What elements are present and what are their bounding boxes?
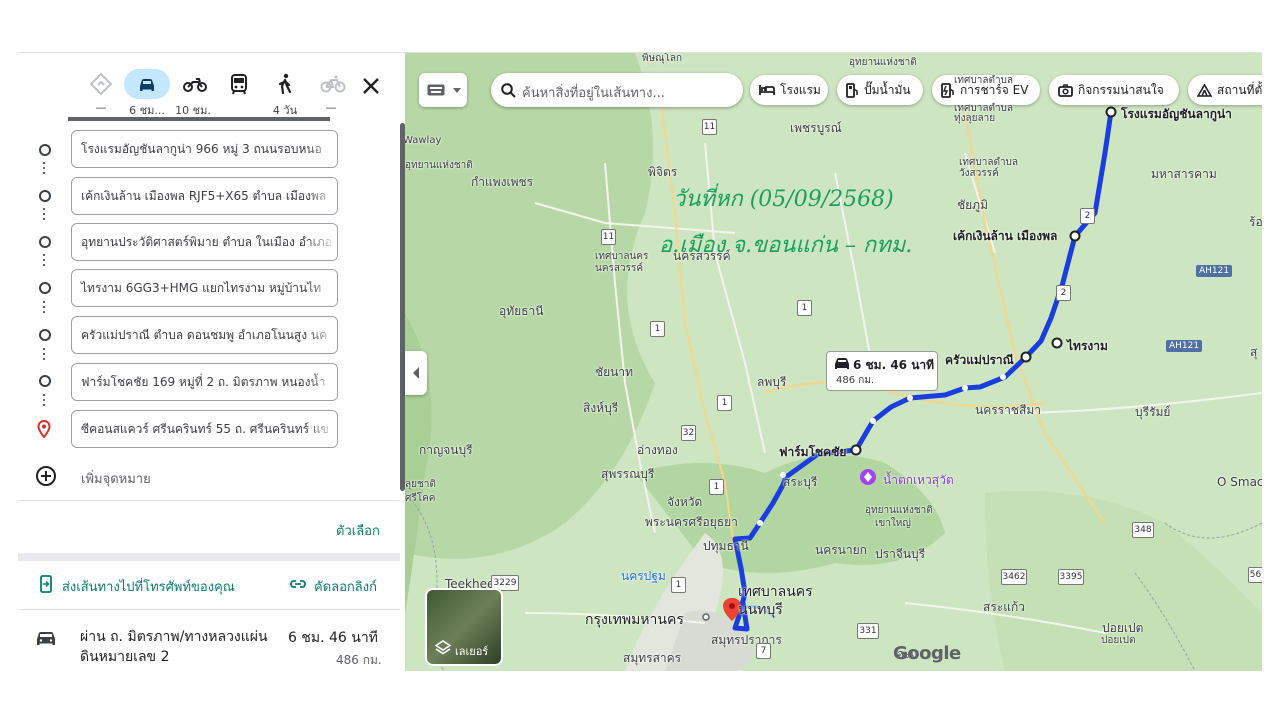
connector-dots [43, 254, 45, 268]
hotel-icon [759, 85, 775, 95]
copy-link-button[interactable]: คัดลอกลิงก์ [314, 576, 377, 597]
directions-panel: — 6 ชม... 10 ชม. 4 วัน — โรงแรมอัญชันลาก… [18, 53, 405, 671]
annotation-route: อ.เมือง จ.ขอนแก่น – กทม. [659, 233, 913, 258]
layers-label: เลเยอร์ [455, 645, 489, 658]
highway-shield: 7 [756, 643, 771, 659]
options-button[interactable]: ตัวเลือก [336, 520, 380, 541]
divider [18, 500, 400, 501]
search-icon [501, 83, 516, 98]
highway-shield: 2 [1056, 285, 1071, 301]
camping-icon [1197, 83, 1212, 97]
add-destination-label[interactable]: เพิ่มจุดหมาย [81, 468, 151, 489]
waypoint-input-2[interactable]: เค้กเงินล้าน เมืองพล RJF5+X65 ตำบล เมือง… [71, 177, 338, 215]
highway-shield: 56 [1248, 567, 1262, 583]
chip-things-to-do[interactable]: กิจกรรมน่าสนใจ [1049, 75, 1179, 105]
waypoint-dot [39, 282, 51, 294]
layers-icon [435, 640, 451, 655]
highway-shield: 348 [1132, 522, 1154, 538]
map-stop-label[interactable]: โรงแรมอัญชันลากูน่า [1121, 105, 1232, 124]
map-stop-label[interactable]: ไทรงาม [1067, 337, 1108, 356]
search-placeholder: ค้นหาสิ่งที่อยู่ในเส้นทาง... [522, 86, 665, 101]
highway-shield: 2 [1080, 208, 1095, 224]
map-canvas[interactable]: ค้นหาสิ่งที่อยู่ในเส้นทาง... โรงแรม ปั๊ม… [405, 53, 1262, 671]
motorcycle-icon [183, 78, 207, 92]
link-icon [290, 580, 306, 588]
highway-shield: 11 [702, 119, 717, 135]
waypoint-input-6[interactable]: ฟาร์มโชคชัย 169 หมู่ที่ 2 ถ. มิตรภาพ หนอ… [71, 363, 338, 401]
input-tools-button[interactable] [419, 73, 467, 107]
gas-station-icon [846, 82, 858, 98]
google-logo: Google [893, 643, 961, 664]
waypoint-dot [39, 375, 51, 387]
map-stop-label[interactable]: เค้กเงินล้าน เมืองพล [953, 227, 1057, 246]
tooltip-distance: 486 กม. [836, 375, 875, 386]
layers-button[interactable]: เลเยอร์ [425, 588, 503, 666]
waypoint-dot [39, 190, 51, 202]
highway-shield: 1 [797, 300, 812, 316]
add-destination-icon[interactable] [35, 465, 57, 487]
chip-hotels[interactable]: โรงแรม [750, 75, 828, 105]
section-divider [18, 553, 400, 561]
maps-window: — 6 ชม... 10 ชม. 4 วัน — โรงแรมอัญชันลาก… [18, 52, 1262, 671]
asian-highway-label: AH121 [1196, 265, 1233, 277]
keyboard-icon [427, 84, 445, 96]
collapse-panel-button[interactable] [405, 351, 427, 395]
walking-icon [278, 73, 292, 95]
chevron-down-icon [453, 88, 461, 93]
travel-mode-selector: — 6 ชม... 10 ชม. 4 วัน — [78, 69, 354, 117]
bicycle-icon [320, 75, 346, 93]
connector-dots [43, 394, 45, 408]
directions-icon [90, 73, 112, 95]
chip-places[interactable]: สถานที่ตั้ง [1188, 75, 1262, 105]
route-duration: 6 ชม. 46 นาที [288, 630, 378, 646]
poi-waterfall[interactable]: น้ำตกเหวสุวัต [883, 471, 954, 490]
waypoint-input-3[interactable]: อุทยานประวัติศาสตร์พิมาย ตำบล ในเมือง อำ… [71, 223, 338, 261]
highway-shield: 3395 [1058, 569, 1084, 585]
highway-shield: 11 [601, 229, 616, 245]
divider [18, 609, 400, 610]
highway-shield: 1 [717, 395, 732, 411]
connector-dots [43, 208, 45, 222]
car-icon [835, 358, 849, 369]
highway-shield: 1 [671, 577, 686, 593]
car-icon [37, 632, 55, 645]
highway-shield: 32 [681, 425, 696, 441]
transit-icon [231, 74, 247, 95]
connector-dots [43, 348, 45, 362]
waypoint-input-4[interactable]: ไทรงาม 6GG3+HMG แยกไทรงาม หมู่บ้านไท [71, 269, 338, 307]
close-icon[interactable] [358, 73, 384, 99]
mode-bicycle[interactable]: — [308, 69, 354, 117]
destination-pin-icon [37, 420, 51, 438]
route-via[interactable]: ผ่าน ถ. มิตรภาพ/ทางหลวงแผ่นดินหมายเลข 2 [80, 627, 280, 667]
camera-icon [1058, 83, 1073, 97]
route-distance: 486 กม. [336, 653, 382, 667]
car-icon [140, 79, 154, 91]
waypoint-dot [39, 329, 51, 341]
highway-shield: 331 [857, 623, 879, 639]
mode-motorcycle[interactable]: 10 ชม. [170, 69, 216, 117]
connector-dots [43, 162, 45, 176]
waypoint-input-5[interactable]: ครัวแม่ปราณี ตำบล ดอนชมพู อำเภอโนนสูง นค [71, 316, 338, 354]
highway-shield: 1 [650, 321, 665, 337]
waypoint-input-1[interactable]: โรงแรมอัญชันลากูน่า 966 หมู่ 3 ถนนรอบหนอ [71, 130, 338, 168]
destination-input[interactable]: ซีคอนสแควร์ ศรีนครินทร์ 55 ถ. ศรีนครินทร… [71, 410, 338, 448]
waypoint-dot [39, 144, 51, 156]
ev-charging-icon [941, 82, 954, 98]
map-stop-label[interactable]: ฟาร์มโชคชัย [779, 443, 846, 462]
highway-shield: 3462 [1001, 569, 1027, 585]
mode-underline [68, 117, 330, 121]
mode-time: — [325, 101, 337, 114]
annotation-date: วันที่หก (05/09/2568) [673, 187, 894, 212]
asian-highway-label: AH121 [1166, 340, 1203, 352]
highway-shield: 1 [709, 479, 724, 495]
route-search-box[interactable]: ค้นหาสิ่งที่อยู่ในเส้นทาง... [491, 73, 743, 107]
waypoint-dot [39, 236, 51, 248]
map-stop-label[interactable]: ครัวแม่ปราณี [945, 351, 1014, 370]
connector-dots [43, 301, 45, 315]
chip-gas-stations[interactable]: ปั๊มน้ำมัน [837, 75, 923, 105]
send-to-phone-link[interactable]: ส่งเส้นทางไปที่โทรศัพท์ของคุณ [62, 576, 235, 597]
send-to-phone-icon [40, 575, 52, 593]
chevron-left-icon [413, 367, 419, 379]
route-tooltip[interactable]: 6 ชม. 46 นาที 486 กม. [826, 351, 938, 391]
